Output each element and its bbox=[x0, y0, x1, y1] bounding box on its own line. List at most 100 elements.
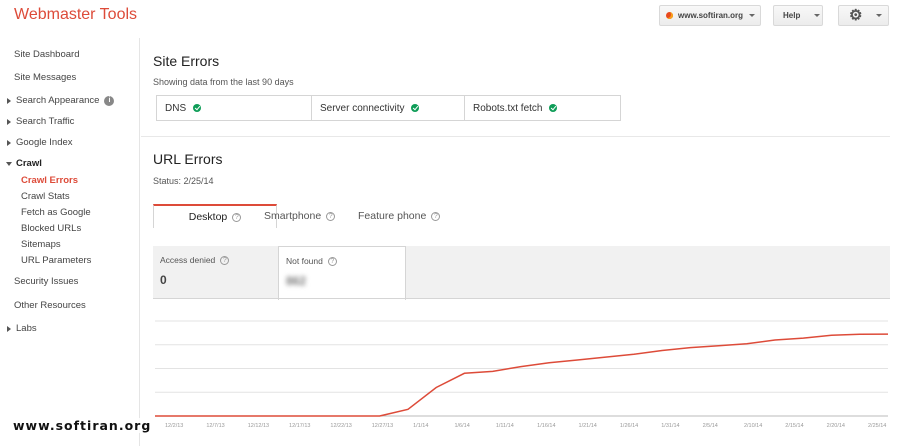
errors-chart-svg: 12/2/13 12/7/13 12/12/13 12/17/13 12/22/13 12… bbox=[155, 320, 889, 429]
sidebar-item-label: Other Resources bbox=[14, 300, 86, 311]
chart-x-tick-label: 1/11/14 bbox=[496, 423, 514, 429]
robots-fetch-label: Robots.txt fetch bbox=[473, 102, 543, 114]
chart-series-line bbox=[155, 333, 889, 417]
check-icon bbox=[549, 104, 558, 112]
help-icon[interactable]: ? bbox=[326, 211, 336, 221]
sidebar-subitem-url-parameters[interactable]: URL Parameters bbox=[21, 255, 91, 266]
metric-not-found[interactable]: Not found ? 862 bbox=[278, 246, 406, 300]
metric-label: Access denied bbox=[160, 255, 216, 265]
metrics-divider bbox=[153, 298, 890, 299]
metric-value: 0 bbox=[160, 273, 167, 287]
chart-x-tick-label: 1/1/14 bbox=[413, 423, 428, 429]
url-errors-tabs: Desktop ? Smartphone ? Feature phone ? bbox=[153, 204, 890, 228]
chart-x-tick-label: 2/15/14 bbox=[785, 423, 803, 429]
chevron-down-icon bbox=[749, 14, 756, 17]
help-icon[interactable]: ? bbox=[431, 211, 441, 221]
dns-status[interactable]: DNS bbox=[157, 96, 312, 120]
url-errors-title: URL Errors bbox=[153, 151, 223, 167]
sidebar-item-label: Site Dashboard bbox=[14, 49, 80, 60]
dns-label: DNS bbox=[165, 102, 187, 114]
sidebar-subitem-blocked-urls[interactable]: Blocked URLs bbox=[21, 223, 81, 234]
chart-x-tick-label: 12/12/13 bbox=[248, 423, 269, 429]
sidebar-item-site-dashboard[interactable]: Site Dashboard bbox=[14, 49, 79, 60]
sidebar-subitem-crawl-stats[interactable]: Crawl Stats bbox=[21, 191, 70, 202]
chevron-down-icon bbox=[876, 14, 883, 17]
top-bar: Webmaster Tools www.softiran.org Help ⚙ bbox=[0, 0, 900, 34]
app-title[interactable]: Webmaster Tools bbox=[14, 6, 137, 24]
settings-button[interactable]: ⚙ bbox=[838, 5, 889, 26]
chart-x-tick-label: 12/7/13 bbox=[206, 423, 224, 429]
chevron-down-icon bbox=[814, 14, 821, 17]
help-button[interactable]: Help bbox=[773, 5, 823, 26]
sidebar-subitem-sitemaps[interactable]: Sitemaps bbox=[21, 239, 61, 250]
sidebar-item-site-messages[interactable]: Site Messages bbox=[14, 72, 76, 83]
chevron-right-icon bbox=[7, 325, 11, 332]
chart-x-tick-label: 1/6/14 bbox=[454, 423, 469, 429]
section-divider bbox=[141, 136, 890, 137]
chart-x-tick-label: 1/21/14 bbox=[579, 423, 597, 429]
chart-x-tick-label: 2/10/14 bbox=[744, 423, 762, 429]
site-errors-subtitle: Showing data from the last 90 days bbox=[153, 77, 294, 87]
help-icon[interactable]: ? bbox=[232, 212, 242, 222]
site-selector-label: www.softiran.org bbox=[678, 11, 744, 20]
url-errors-status: Status: 2/25/14 bbox=[153, 176, 214, 186]
server-connectivity-label: Server connectivity bbox=[320, 102, 405, 114]
sidebar-subitem-crawl-errors[interactable]: Crawl Errors bbox=[21, 175, 78, 186]
tab-feature-phone[interactable]: Feature phone ? bbox=[358, 204, 468, 228]
sidebar-item-label: Security Issues bbox=[14, 276, 79, 287]
metric-label: Not found bbox=[286, 256, 323, 266]
sidebar-item-label: Labs bbox=[16, 323, 37, 334]
sidebar-item-label: Search Traffic bbox=[16, 116, 75, 127]
sidebar-item-google-index[interactable]: Google Index bbox=[7, 137, 73, 148]
help-label: Help bbox=[783, 11, 801, 20]
main-content: Site Errors Showing data from the last 9… bbox=[141, 38, 900, 446]
site-favicon-icon bbox=[666, 12, 673, 19]
check-icon bbox=[193, 104, 202, 112]
chart-x-tick-label: 12/17/13 bbox=[289, 423, 310, 429]
sidebar-item-label: Crawl bbox=[16, 158, 42, 169]
chart-x-tick-label: 2/20/14 bbox=[827, 423, 845, 429]
sidebar-item-search-traffic[interactable]: Search Traffic bbox=[7, 116, 74, 127]
sidebar-item-label: Google Index bbox=[16, 137, 73, 148]
sidebar-item-crawl[interactable]: Crawl bbox=[6, 158, 42, 169]
sidebar-item-search-appearance[interactable]: Search Appearance i bbox=[7, 95, 115, 106]
chart-x-tick-label: 1/16/14 bbox=[537, 423, 555, 429]
sidebar-item-label: Search Appearance bbox=[16, 95, 100, 106]
robots-fetch-status[interactable]: Robots.txt fetch bbox=[465, 96, 620, 120]
tab-label: Feature phone bbox=[358, 210, 427, 222]
tab-label: Smartphone bbox=[264, 210, 322, 222]
sidebar-subitem-fetch-as-google[interactable]: Fetch as Google bbox=[21, 207, 91, 218]
sidebar: Site Dashboard Site Messages Search Appe… bbox=[0, 38, 140, 446]
chart-x-tick-label: 12/27/13 bbox=[372, 423, 393, 429]
tab-smartphone[interactable]: Smartphone ? bbox=[264, 204, 359, 228]
site-selector[interactable]: www.softiran.org bbox=[659, 5, 761, 26]
chart-x-tick-label: 2/5/14 bbox=[703, 423, 718, 429]
chart-x-tick-label: 1/26/14 bbox=[620, 423, 638, 429]
errors-chart: 12/2/13 12/7/13 12/12/13 12/17/13 12/22/13 12… bbox=[153, 316, 890, 436]
metric-access-denied[interactable]: Access denied ? 0 bbox=[153, 246, 277, 299]
server-connectivity-status[interactable]: Server connectivity bbox=[312, 96, 465, 120]
info-icon[interactable]: i bbox=[104, 95, 115, 106]
tab-desktop[interactable]: Desktop ? bbox=[153, 204, 277, 228]
chevron-down-icon bbox=[6, 161, 12, 166]
watermark-text: www.softiran.org bbox=[10, 418, 155, 433]
chevron-right-icon bbox=[7, 118, 11, 125]
check-icon bbox=[411, 104, 420, 112]
chart-x-tick-label: 12/2/13 bbox=[165, 423, 183, 429]
sidebar-item-labs[interactable]: Labs bbox=[7, 323, 37, 334]
help-icon[interactable]: ? bbox=[220, 255, 230, 265]
sidebar-item-label: Site Messages bbox=[14, 72, 77, 83]
sidebar-item-security-issues[interactable]: Security Issues bbox=[14, 276, 78, 287]
tab-label: Desktop bbox=[188, 211, 228, 223]
sidebar-item-other-resources[interactable]: Other Resources bbox=[14, 300, 86, 311]
chart-x-tick-label: 12/22/13 bbox=[330, 423, 351, 429]
site-errors-table: DNS Server connectivity Robots.txt fetch bbox=[156, 95, 621, 121]
gear-icon: ⚙ bbox=[849, 7, 863, 24]
chevron-right-icon bbox=[7, 139, 11, 146]
chart-x-tick-label: 2/25/14 bbox=[868, 423, 886, 429]
chart-x-tick-label: 1/31/14 bbox=[661, 423, 679, 429]
help-icon[interactable]: ? bbox=[327, 256, 337, 266]
site-errors-title: Site Errors bbox=[153, 53, 220, 69]
error-metrics: Access denied ? 0 Not found ? 862 bbox=[153, 246, 890, 300]
metric-value: 862 bbox=[286, 274, 307, 288]
